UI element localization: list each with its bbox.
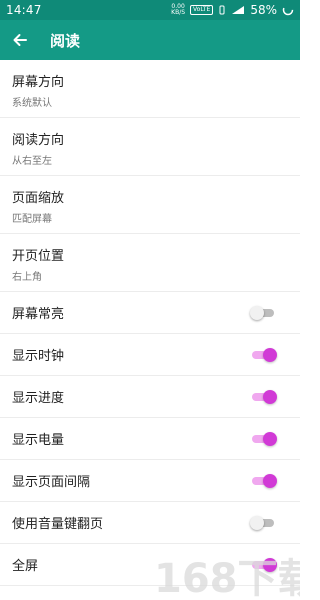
volte-badge: VoLTE <box>190 5 214 15</box>
toggle-thumb <box>263 389 277 404</box>
setting-title: 屏幕方向 <box>12 75 65 90</box>
keep-screen-on-toggle[interactable] <box>250 305 276 320</box>
arrow-left-icon <box>13 34 27 46</box>
volume-key-page-turn-toggle[interactable] <box>250 515 276 530</box>
network-speed: 0.00 KB/S <box>171 4 185 16</box>
setting-title: 开页位置 <box>12 249 65 264</box>
show-page-gap-toggle[interactable] <box>250 473 277 488</box>
setting-volume-key-page-turn[interactable]: 使用音量键翻页 <box>0 502 300 544</box>
back-button[interactable] <box>0 20 40 60</box>
setting-show-page-gap[interactable]: 显示页面间隔 <box>0 460 300 502</box>
status-bar: 14:47 0.00 KB/S VoLTE 58% <box>0 0 300 20</box>
show-clock-toggle[interactable] <box>250 347 277 362</box>
network-speed-unit: KB/S <box>171 9 186 16</box>
setting-title: 显示页面间隔 <box>12 475 91 490</box>
setting-reading-direction[interactable]: 阅读方向 从右至左 <box>0 118 300 176</box>
toggle-thumb <box>263 473 277 488</box>
setting-show-progress[interactable]: 显示进度 <box>0 376 300 418</box>
battery-percentage: 58% <box>250 3 277 17</box>
setting-summary: 右上角 <box>12 272 42 283</box>
setting-show-battery[interactable]: 显示电量 <box>0 418 300 460</box>
setting-start-position[interactable]: 开页位置 右上角 <box>0 234 300 292</box>
show-battery-toggle[interactable] <box>250 431 277 446</box>
setting-title: 阅读方向 <box>12 133 65 148</box>
show-progress-toggle[interactable] <box>250 389 277 404</box>
toggle-thumb <box>250 515 264 530</box>
status-icons: 0.00 KB/S VoLTE 58% <box>171 3 294 17</box>
watermark-text: 168下载 <box>154 556 300 600</box>
app-bar: 阅读 <box>0 20 300 60</box>
setting-summary: 系统默认 <box>12 98 52 109</box>
signal-icon <box>231 5 245 15</box>
setting-title: 使用音量键翻页 <box>12 517 104 532</box>
watermark-logo: 168下载 <box>154 556 300 600</box>
page-title: 阅读 <box>50 31 81 50</box>
setting-title: 显示时钟 <box>12 349 65 364</box>
status-time: 14:47 <box>6 3 42 17</box>
toggle-thumb <box>263 431 277 446</box>
setting-title: 全屏 <box>12 559 39 574</box>
setting-title: 显示进度 <box>12 391 65 406</box>
setting-title: 显示电量 <box>12 433 65 448</box>
setting-title: 页面缩放 <box>12 191 65 206</box>
toggle-thumb <box>250 305 264 320</box>
setting-keep-screen-on[interactable]: 屏幕常亮 <box>0 292 300 334</box>
setting-page-zoom[interactable]: 页面缩放 匹配屏幕 <box>0 176 300 234</box>
toggle-thumb <box>263 347 277 362</box>
vibrate-icon <box>218 5 226 15</box>
setting-show-clock[interactable]: 显示时钟 <box>0 334 300 376</box>
setting-title: 屏幕常亮 <box>12 307 65 322</box>
setting-summary: 从右至左 <box>12 156 52 167</box>
setting-summary: 匹配屏幕 <box>12 214 52 225</box>
battery-icon <box>282 4 294 16</box>
setting-screen-orientation[interactable]: 屏幕方向 系统默认 <box>0 60 300 118</box>
settings-list: 屏幕方向 系统默认 阅读方向 从右至左 页面缩放 匹配屏幕 开页位置 右上角 屏… <box>0 60 300 586</box>
